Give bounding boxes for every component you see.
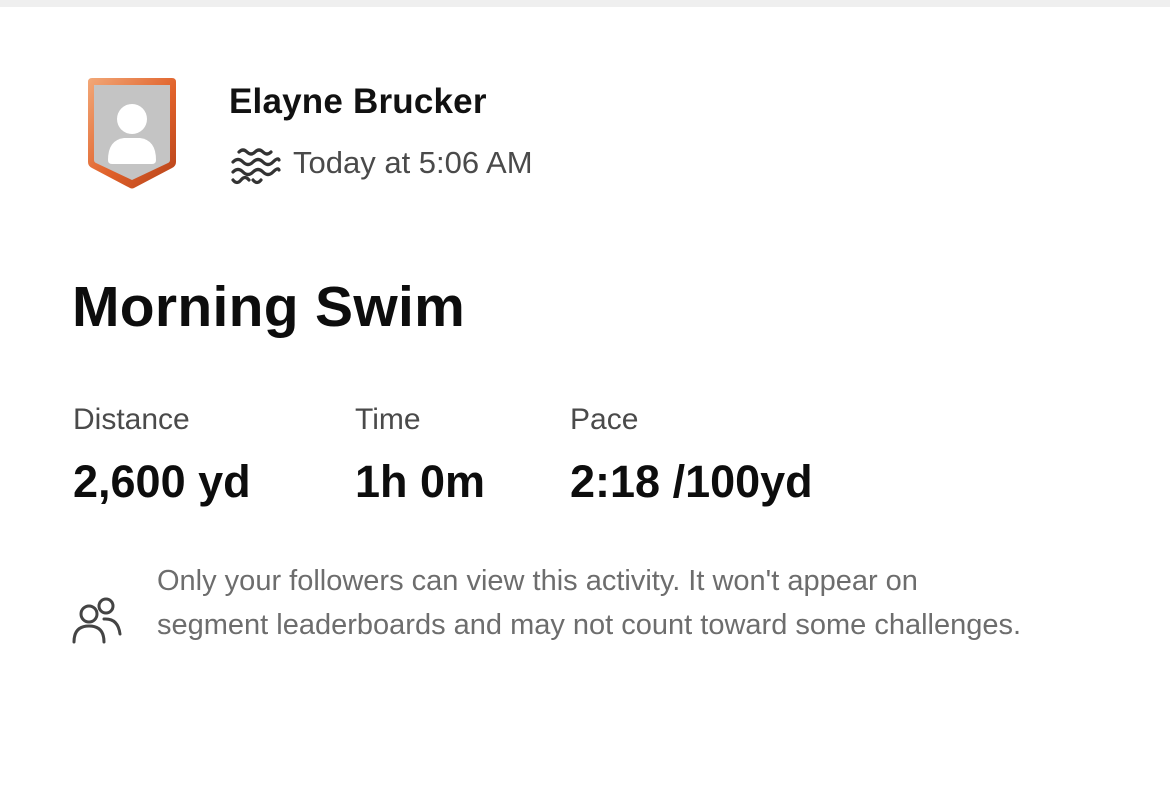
stat-distance: Distance 2,600 yd xyxy=(73,402,251,508)
activity-meta: Today at 5:06 AM xyxy=(229,140,533,186)
person-silhouette-icon xyxy=(88,78,176,189)
stat-label: Time xyxy=(355,403,421,436)
stat-label: Distance xyxy=(73,403,190,436)
stat-value: 2:18 /100yd xyxy=(570,456,813,507)
activity-title[interactable]: Morning Swim xyxy=(72,274,465,340)
stat-value: 1h 0m xyxy=(355,456,486,507)
stat-value: 2,600 yd xyxy=(73,456,251,507)
athlete-name[interactable]: Elayne Brucker xyxy=(229,82,487,122)
activity-timestamp: Today at 5:06 AM xyxy=(293,145,533,180)
followers-icon xyxy=(70,594,124,646)
stat-pace: Pace 2:18 /100yd xyxy=(570,402,813,508)
top-divider-bar xyxy=(0,0,1170,7)
stat-time: Time 1h 0m xyxy=(355,402,485,508)
privacy-note: Only your followers can view this activi… xyxy=(157,565,1022,641)
stat-label: Pace xyxy=(570,403,639,436)
swim-waves-icon xyxy=(231,148,281,185)
athlete-avatar[interactable] xyxy=(80,76,184,196)
